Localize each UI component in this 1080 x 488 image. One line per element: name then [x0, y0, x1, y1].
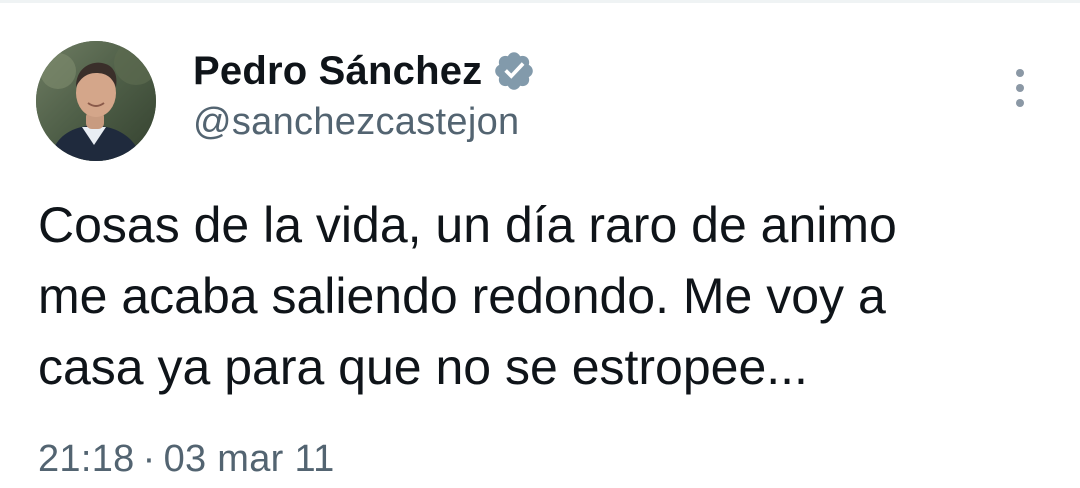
more-vertical-icon — [1016, 69, 1024, 77]
tweet-text: Cosas de la vida, un día raro de animo m… — [38, 190, 1038, 403]
tweet-date: 03 mar 11 — [163, 438, 335, 480]
author-name-row: Pedro Sánchez — [193, 46, 536, 96]
tweet-time: 21:18 — [38, 438, 135, 480]
more-vertical-icon — [1016, 99, 1024, 107]
verified-check-icon — [492, 49, 536, 93]
meta-separator: · — [142, 438, 156, 480]
tweet-text-line: Cosas de la vida, un día raro de animo — [38, 197, 897, 253]
more-options-button[interactable] — [1000, 64, 1040, 112]
top-divider — [0, 0, 1080, 3]
tweet-text-line: casa ya para que no se estropee... — [38, 339, 808, 395]
avatar-photo-icon — [36, 41, 156, 161]
display-name[interactable]: Pedro Sánchez — [193, 49, 482, 94]
tweet-timestamp[interactable]: 21:18 · 03 mar 11 — [38, 438, 335, 481]
tweet-text-line: me acaba saliendo redondo. Me voy a — [38, 268, 886, 324]
more-vertical-icon — [1016, 84, 1024, 92]
author-handle[interactable]: @sanchezcastejon — [193, 101, 519, 144]
avatar[interactable] — [36, 41, 156, 161]
tweet-card: Pedro Sánchez @sanchezcastejon Cosas de … — [0, 0, 1080, 488]
